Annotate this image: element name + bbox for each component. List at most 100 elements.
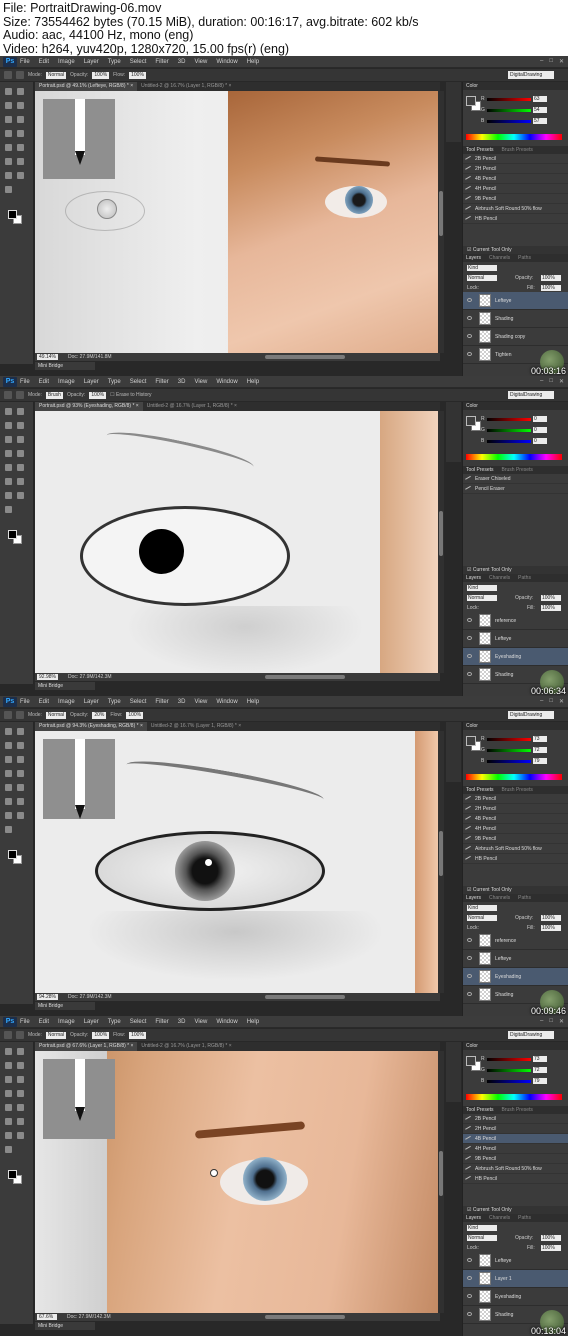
tool-icon[interactable] [17, 756, 24, 763]
kind-filter[interactable]: Kind [467, 905, 497, 911]
green-slider[interactable] [487, 109, 531, 112]
tool-icon[interactable] [5, 742, 12, 749]
tool-icon[interactable] [5, 756, 12, 763]
fill-field[interactable]: 100% [541, 925, 561, 931]
blue-value[interactable]: 79 [533, 1078, 547, 1084]
foreground-color-chip[interactable] [466, 736, 476, 746]
foreground-color-chip[interactable] [466, 1056, 476, 1066]
green-value[interactable]: 54 [533, 107, 547, 113]
maximize-icon[interactable]: □ [549, 698, 553, 705]
visibility-eye-icon[interactable] [467, 672, 472, 676]
menu-item-edit[interactable]: Edit [39, 1019, 49, 1025]
color-spectrum[interactable] [466, 774, 562, 780]
tool-icon[interactable] [17, 1076, 24, 1083]
tab-channels[interactable]: Channels [489, 254, 510, 262]
horizontal-scrollbar[interactable] [265, 675, 345, 679]
tool-icon[interactable] [5, 450, 12, 457]
window-controls[interactable]: – □ ✕ [540, 698, 564, 705]
menu-item-select[interactable]: Select [130, 379, 147, 385]
window-controls[interactable]: – □ ✕ [540, 1018, 564, 1025]
menu-item-select[interactable]: Select [130, 699, 147, 705]
tool-icon[interactable] [5, 88, 12, 95]
tool-icon[interactable] [5, 130, 12, 137]
red-slider[interactable] [487, 98, 531, 101]
layer-row[interactable]: Eyeshading [463, 968, 568, 986]
tab-brush-presets[interactable]: Brush Presets [502, 466, 533, 474]
horizontal-scrollbar[interactable] [265, 355, 345, 359]
current-tool-only-checkbox[interactable]: ☑ Current Tool Only [463, 566, 568, 574]
menu-item-select[interactable]: Select [130, 1019, 147, 1025]
tool-icon[interactable] [5, 102, 12, 109]
foreground-color-swatch[interactable] [8, 530, 17, 539]
foreground-color-swatch[interactable] [8, 850, 17, 859]
tool-preset-item[interactable]: 2B Pencil [463, 154, 568, 164]
menu-item-help[interactable]: Help [247, 699, 259, 705]
opacity-field[interactable]: 20% [92, 711, 107, 719]
menu-item-edit[interactable]: Edit [39, 699, 49, 705]
tool-icon[interactable] [5, 422, 12, 429]
layer-opacity-field[interactable]: 100% [541, 1235, 561, 1241]
tool-icon[interactable] [5, 784, 12, 791]
tool-icon[interactable] [5, 492, 12, 499]
tab-paths[interactable]: Paths [518, 894, 531, 902]
tab-paths[interactable]: Paths [518, 574, 531, 582]
tool-icon[interactable] [5, 1048, 12, 1055]
menu-item-select[interactable]: Select [130, 59, 147, 65]
tool-icon[interactable] [5, 1076, 12, 1083]
vertical-scrollbar[interactable] [438, 411, 444, 673]
kind-filter[interactable]: Kind [467, 265, 497, 271]
visibility-eye-icon[interactable] [467, 956, 472, 960]
brush-preset-picker-icon[interactable] [16, 391, 24, 399]
tool-preset-item[interactable]: 9B Pencil [463, 1154, 568, 1164]
brush-preset-picker-icon[interactable] [16, 1031, 24, 1039]
tool-icon[interactable] [5, 728, 12, 735]
layer-row[interactable]: Lefteye [463, 950, 568, 968]
menu-item-view[interactable]: View [194, 379, 207, 385]
tool-preset-item[interactable]: 4H Pencil [463, 824, 568, 834]
tab-brush-presets[interactable]: Brush Presets [502, 1106, 533, 1114]
blue-value[interactable]: 79 [533, 758, 547, 764]
tool-preset-item[interactable]: 4B Pencil [463, 1134, 568, 1144]
brush-preset-picker-icon[interactable] [16, 71, 24, 79]
layer-row[interactable]: Shading copy [463, 328, 568, 346]
tab-paths[interactable]: Paths [518, 254, 531, 262]
visibility-eye-icon[interactable] [467, 636, 472, 640]
tool-preset-item[interactable]: HB Pencil [463, 854, 568, 864]
maximize-icon[interactable]: □ [549, 58, 553, 65]
tool-preset-item[interactable]: 2H Pencil [463, 804, 568, 814]
menu-item-layer[interactable]: Layer [84, 699, 99, 705]
red-value[interactable]: 63 [533, 96, 547, 102]
menu-item-type[interactable]: Type [108, 1019, 121, 1025]
close-icon[interactable]: ✕ [559, 58, 564, 65]
tool-icon[interactable] [17, 1062, 24, 1069]
zoom-field[interactable]: 92.98% [37, 674, 58, 680]
tool-preset-item[interactable]: 4B Pencil [463, 174, 568, 184]
close-icon[interactable]: ✕ [559, 698, 564, 705]
tab-untitled-2[interactable]: Untitled-2 @ 16.7% (Layer 1, RGB/8) * × [137, 82, 236, 91]
brush-preset-picker-icon[interactable] [16, 711, 24, 719]
tool-preset-item[interactable]: 4H Pencil [463, 1144, 568, 1154]
vertical-scrollbar[interactable] [438, 1051, 444, 1313]
tool-icon[interactable] [17, 450, 24, 457]
menu-item-3d[interactable]: 3D [178, 1019, 186, 1025]
tool-icon[interactable] [5, 408, 12, 415]
tab-tool-presets[interactable]: Tool Presets [466, 1106, 494, 1114]
tool-preset-item[interactable]: HB Pencil [463, 214, 568, 224]
tool-icon[interactable] [5, 116, 12, 123]
tool-icon[interactable] [5, 506, 12, 513]
tool-icon[interactable] [17, 1090, 24, 1097]
maximize-icon[interactable]: □ [549, 1018, 553, 1025]
tab-portrait[interactable]: Portrait.psd @ 93% (Eyeshading, RGB/8) *… [35, 402, 143, 411]
red-value[interactable]: 73 [533, 736, 547, 742]
color-spectrum[interactable] [466, 454, 562, 460]
tool-preset-item[interactable]: 9B Pencil [463, 834, 568, 844]
visibility-eye-icon[interactable] [467, 298, 472, 302]
visibility-eye-icon[interactable] [467, 938, 472, 942]
blue-value[interactable]: 0 [533, 438, 547, 444]
red-value[interactable]: 73 [533, 1056, 547, 1062]
vertical-scrollbar[interactable] [438, 731, 444, 993]
mini-bridge-tab[interactable]: Mini Bridge [35, 362, 95, 370]
document-canvas[interactable] [35, 411, 438, 673]
red-slider[interactable] [487, 738, 531, 741]
tab-untitled-2[interactable]: Untitled-2 @ 16.7% (Layer 1, RGB/8) * × [146, 722, 246, 731]
